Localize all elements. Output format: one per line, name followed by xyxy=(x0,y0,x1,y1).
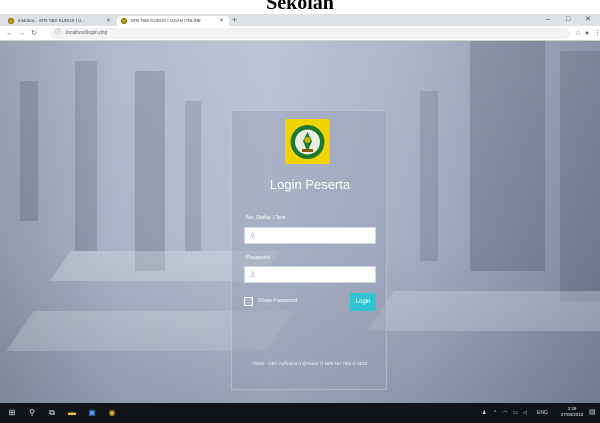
profile-icon[interactable]: ● xyxy=(585,26,589,41)
username-input[interactable] xyxy=(259,228,374,243)
user-icon: ♙ xyxy=(249,231,257,240)
tab-close-icon[interactable]: ✕ xyxy=(106,16,111,26)
footer-text: TBSK - CBT Aplikation | @Team IT MTs NU … xyxy=(252,361,368,366)
school-logo xyxy=(285,119,330,164)
volume-icon[interactable]: ◁ xyxy=(523,403,527,423)
language-indicator[interactable]: ENG xyxy=(537,403,548,423)
username-field[interactable]: ♙ xyxy=(244,227,376,244)
taskbar: ⊞ ⚲ ⧉ ▬ ▣ ◉ ♟ ^ ◠ ▭ ◁ ENG 3:38 27/08/201… xyxy=(0,403,600,423)
lock-icon: ♙ xyxy=(249,270,257,279)
chrome-icon[interactable]: ◉ xyxy=(104,403,120,423)
new-tab-button[interactable]: + xyxy=(232,14,237,26)
battery-icon[interactable]: ▭ xyxy=(513,403,518,423)
show-password-checkbox[interactable] xyxy=(244,297,253,306)
caption-text: Sekolah xyxy=(266,0,334,14)
close-window-button[interactable]: ✕ xyxy=(585,14,591,26)
login-card: Login Peserta No. Daftar / Test ♙ Passwo… xyxy=(231,110,387,390)
tab-close-icon[interactable]: ✕ xyxy=(219,16,224,26)
bookmark-star-icon[interactable]: ☆ xyxy=(575,26,581,41)
login-title: Login Peserta xyxy=(269,177,351,192)
favicon-icon xyxy=(121,18,127,24)
show-password-label: Show Password xyxy=(258,298,298,304)
password-label: Password xyxy=(246,255,271,261)
menu-icon[interactable]: ⋮ xyxy=(594,26,600,41)
browser-tab-login[interactable]: MTs TBS KUDUS | UJIAN ONLINE ✕ xyxy=(117,16,229,26)
info-icon[interactable]: ⓘ xyxy=(55,28,61,39)
task-view-icon[interactable]: ⧉ xyxy=(44,403,60,423)
forward-icon[interactable]: → xyxy=(18,26,25,41)
caption-strip: Sekolah xyxy=(0,0,600,14)
tray-expand-icon[interactable]: ^ xyxy=(494,403,496,423)
tab-title: MTs TBS KUDUS | UJIAN ONLINE xyxy=(131,18,201,23)
clock[interactable]: 3:38 27/08/2018 xyxy=(560,406,584,418)
browser-tab-admin[interactable]: Instrator... MTs TBS KUDUS | U... ✕ xyxy=(4,16,116,26)
minimize-button[interactable]: – xyxy=(546,14,550,26)
reload-icon[interactable]: ↻ xyxy=(31,26,37,41)
login-button[interactable]: Login xyxy=(350,293,376,311)
file-explorer-icon[interactable]: ▬ xyxy=(64,403,80,423)
browser-tab-strip: Instrator... MTs TBS KUDUS | U... ✕ MTs … xyxy=(0,14,600,26)
search-icon[interactable]: ⚲ xyxy=(24,403,40,423)
tab-title: Instrator... MTs TBS KUDUS | U... xyxy=(18,18,86,23)
back-icon[interactable]: ← xyxy=(6,26,13,41)
windows-start-icon[interactable]: ⊞ xyxy=(4,403,20,423)
url-text: localhost/login.php xyxy=(66,30,108,36)
person-icon[interactable]: ♟ xyxy=(482,403,486,423)
password-input[interactable] xyxy=(259,267,374,282)
browser-toolbar: ← → ↻ ⓘ localhost/login.php ☆ ● ⋮ xyxy=(0,26,600,41)
maximize-button[interactable]: □ xyxy=(566,14,570,26)
password-field[interactable]: ♙ xyxy=(244,266,376,283)
address-bar[interactable]: ⓘ localhost/login.php xyxy=(50,28,570,39)
store-icon[interactable]: ▣ xyxy=(84,403,100,423)
notification-icon[interactable]: ▤ xyxy=(589,403,596,423)
clock-date: 27/08/2018 xyxy=(560,412,584,417)
favicon-icon xyxy=(8,18,14,24)
username-label: No. Daftar / Test xyxy=(246,215,286,221)
network-icon[interactable]: ◠ xyxy=(503,403,507,423)
